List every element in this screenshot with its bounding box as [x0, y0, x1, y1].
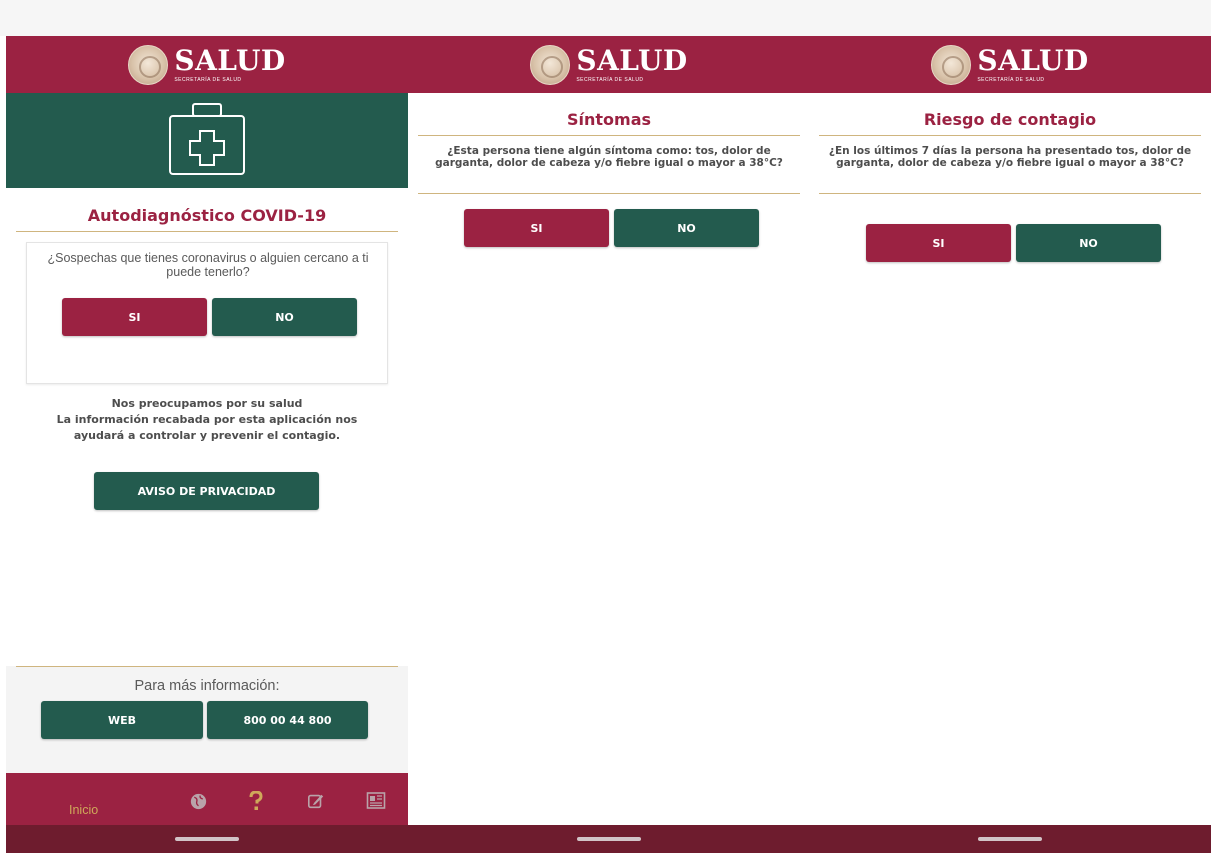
- yes-button[interactable]: SI: [866, 224, 1011, 262]
- brand: SALUD SECRETARÍA DE SALUD: [174, 43, 286, 83]
- system-nav-bar: [809, 825, 1211, 853]
- brand-subtitle: SECRETARÍA DE SALUD: [174, 76, 242, 83]
- home-handle[interactable]: [175, 837, 239, 841]
- brand: SALUD SECRETARÍA DE SALUD: [576, 43, 688, 83]
- globe-icon[interactable]: [188, 791, 208, 811]
- brand-title: SALUD: [977, 43, 1089, 77]
- divider: [16, 666, 398, 667]
- privacy-button[interactable]: AVISO DE PRIVACIDAD: [94, 472, 319, 510]
- screen-home: SALUD SECRETARÍA DE SALUD Autodiagnóstic…: [6, 36, 408, 853]
- status-gap: [0, 0, 1211, 36]
- page-title: Riesgo de contagio: [923, 110, 1097, 129]
- screen-symptoms: SALUD SECRETARÍA DE SALUD Síntomas ¿Esta…: [408, 36, 810, 853]
- no-button[interactable]: NO: [1016, 224, 1161, 262]
- no-button[interactable]: NO: [212, 298, 357, 336]
- news-icon[interactable]: [366, 791, 386, 811]
- hero-banner: [6, 93, 408, 188]
- medical-kit-icon: [169, 102, 245, 175]
- tab-inicio[interactable]: Inicio: [69, 803, 98, 817]
- brand-subtitle: SECRETARÍA DE SALUD: [977, 76, 1045, 83]
- app-header: SALUD SECRETARÍA DE SALUD: [408, 36, 810, 93]
- page-title: Síntomas: [566, 110, 652, 129]
- system-nav-bar: [6, 825, 408, 853]
- coat-of-arms-icon: [530, 44, 571, 85]
- app-header: SALUD SECRETARÍA DE SALUD: [809, 36, 1211, 93]
- home-handle[interactable]: [978, 837, 1042, 841]
- more-info-label: Para más información:: [134, 678, 280, 694]
- divider: [819, 193, 1201, 194]
- system-nav-bar: [408, 825, 810, 853]
- no-button[interactable]: NO: [614, 209, 759, 247]
- phone-button[interactable]: 800 00 44 800: [207, 701, 368, 739]
- divider: [819, 135, 1201, 136]
- app-header: SALUD SECRETARÍA DE SALUD: [6, 36, 408, 93]
- brand-title: SALUD: [174, 43, 286, 77]
- brand-subtitle: SECRETARÍA DE SALUD: [576, 76, 644, 83]
- home-handle[interactable]: [577, 837, 641, 841]
- divider: [418, 193, 800, 194]
- yes-button[interactable]: SI: [62, 298, 207, 336]
- coat-of-arms-icon: [128, 44, 169, 85]
- divider: [16, 231, 398, 232]
- divider: [418, 135, 800, 136]
- screen-contagion-risk: SALUD SECRETARÍA DE SALUD Riesgo de cont…: [809, 36, 1211, 853]
- brand: SALUD SECRETARÍA DE SALUD: [977, 43, 1089, 83]
- question-text: ¿Esta persona tiene algún síntoma como: …: [435, 145, 783, 169]
- bottom-tab-bar: Inicio: [6, 773, 408, 825]
- question-text: ¿En los últimos 7 días la persona ha pre…: [828, 145, 1192, 169]
- coat-of-arms-icon: [931, 44, 972, 85]
- page-title: Autodiagnóstico COVID-19: [87, 206, 327, 225]
- yes-button[interactable]: SI: [464, 209, 609, 247]
- info-text: Nos preocupamos por su salud La informac…: [56, 396, 358, 444]
- question-text: ¿Sospechas que tienes coronavirus o algu…: [47, 251, 369, 279]
- web-button[interactable]: WEB: [41, 701, 203, 739]
- edit-icon[interactable]: [306, 791, 326, 811]
- more-info-section: Para más información: WEB 800 00 44 800: [6, 666, 408, 773]
- question-icon[interactable]: [246, 791, 266, 811]
- brand-title: SALUD: [576, 43, 688, 77]
- info-body: La información recabada por esta aplicac…: [56, 413, 358, 442]
- info-heading: Nos preocupamos por su salud: [111, 397, 303, 410]
